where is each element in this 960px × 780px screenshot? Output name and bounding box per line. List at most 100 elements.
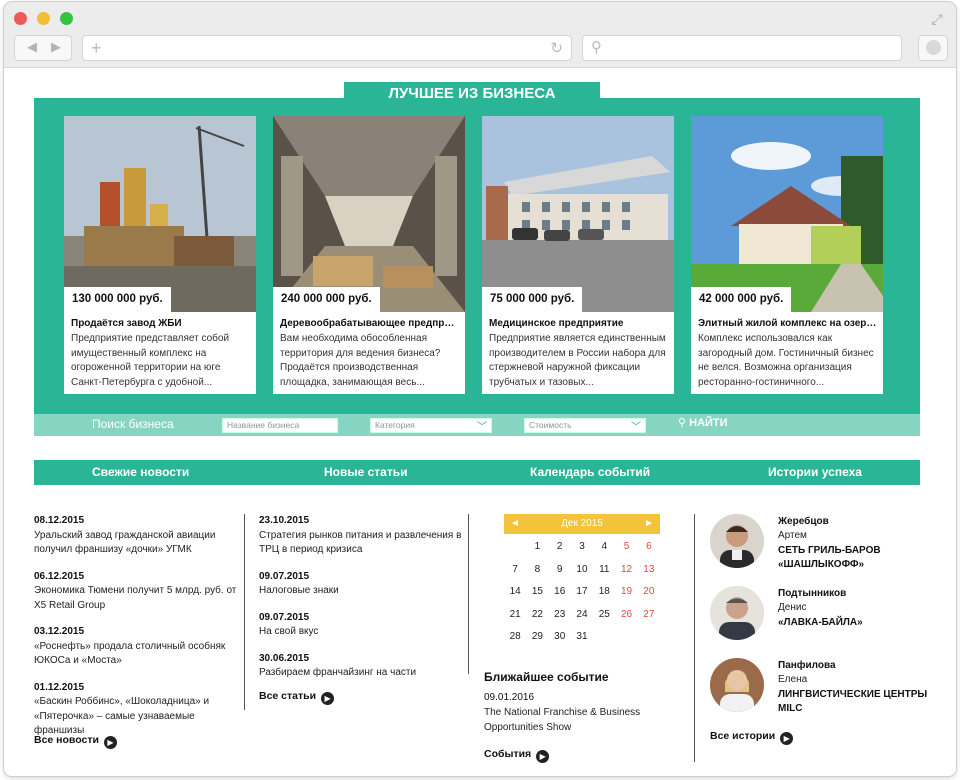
card-title[interactable]: Элитный жилой комплекс на озере Отра... xyxy=(698,318,878,329)
all-articles-link[interactable]: Все статьи ▶ xyxy=(259,690,335,705)
card-price: 75 000 000 руб. xyxy=(482,287,583,312)
calendar-empty-cell xyxy=(615,626,637,649)
all-news-link[interactable]: Все новости ▶ xyxy=(34,734,117,749)
news-item[interactable]: 01.12.2015 «Баскин Роббинс», «Шоколадниц… xyxy=(34,681,244,739)
page-content: 130 000 000 руб. Продаётся завод ЖБИ Пре… xyxy=(4,68,956,776)
news-text: «Роснефть» продала столичный особняк ЮКО… xyxy=(34,640,226,667)
article-text: Стратегия рынков питания и развлечения в… xyxy=(259,529,462,556)
reload-icon[interactable]: ↻ xyxy=(550,39,563,57)
calendar-day[interactable]: 21 xyxy=(504,604,526,627)
calendar-day[interactable]: 11 xyxy=(593,559,615,582)
nearest-event-name[interactable]: The National Franchise & Business Opport… xyxy=(484,706,664,735)
cost-select[interactable]: Стоимость ﹀ xyxy=(524,418,646,433)
calendar-day[interactable]: 27 xyxy=(638,604,660,627)
news-item[interactable]: 08.12.2015 Уральский завод гражданской а… xyxy=(34,514,244,558)
article-item[interactable]: 30.06.2015 Разбираем франчайзинг на част… xyxy=(259,652,464,681)
avatar xyxy=(710,658,764,712)
arrow-right-icon: ▶ xyxy=(780,732,794,745)
article-date: 09.07.2015 xyxy=(259,611,310,623)
calendar-day[interactable]: 1 xyxy=(526,536,548,559)
warehouse-photo xyxy=(273,116,465,312)
card-title[interactable]: Медицинское предприятие xyxy=(489,318,669,329)
tab-new-articles[interactable]: Новые статьи xyxy=(324,465,407,479)
close-window-button[interactable] xyxy=(14,12,27,25)
cost-value: Стоимость xyxy=(529,420,572,430)
calendar-day[interactable]: 19 xyxy=(615,581,637,604)
prev-month-button[interactable]: ◄ xyxy=(510,514,520,534)
calendar-day[interactable]: 29 xyxy=(526,626,548,649)
minimize-window-button[interactable] xyxy=(37,12,50,25)
calendar-day[interactable]: 18 xyxy=(593,581,615,604)
calendar-day[interactable]: 3 xyxy=(571,536,593,559)
calendar-day[interactable]: 26 xyxy=(615,604,637,627)
news-date: 08.12.2015 xyxy=(34,515,85,526)
news-date: 01.12.2015 xyxy=(34,681,85,693)
search-label: Поиск бизнеса xyxy=(92,417,174,431)
news-item[interactable]: 03.12.2015 «Роснефть» продала столичный … xyxy=(34,625,244,669)
new-tab-icon[interactable]: + xyxy=(91,38,102,59)
article-item[interactable]: 09.07.2015 На свой вкус xyxy=(259,611,464,640)
find-button-label: НАЙТИ xyxy=(689,417,728,429)
tab-success-stories[interactable]: Истории успеха xyxy=(768,465,862,479)
business-card[interactable]: 240 000 000 руб. Деревообрабатывающее пр… xyxy=(273,116,465,394)
business-name-placeholder: Название бизнеса xyxy=(227,420,300,430)
card-description: Предприятие является единственным произв… xyxy=(489,333,666,388)
success-story[interactable]: Подтынников Денис «ЛАВКА-БАЙЛА» xyxy=(710,586,930,642)
business-name-input[interactable]: Название бизнеса xyxy=(222,418,338,433)
extension-button[interactable] xyxy=(918,35,948,61)
calendar-day[interactable]: 24 xyxy=(571,604,593,627)
calendar-day[interactable]: 12 xyxy=(615,559,637,582)
address-bar[interactable]: + ↻ xyxy=(82,35,572,61)
browser-window: ⤢ ◀ ▶ + ↻ ⚲ 130 000 000 руб. Продаётся з… xyxy=(4,2,956,776)
events-link[interactable]: События ▶ xyxy=(484,748,550,763)
calendar-day[interactable]: 16 xyxy=(549,581,571,604)
story-name: Елена xyxy=(778,674,808,685)
calendar-day[interactable]: 5 xyxy=(615,536,637,559)
all-stories-link[interactable]: Все истории ▶ xyxy=(710,730,794,745)
fullscreen-icon[interactable]: ⤢ xyxy=(928,10,946,28)
news-text: Уральский завод гражданской авиации полу… xyxy=(34,529,216,556)
history-nav: ◀ ▶ xyxy=(14,35,72,61)
search-icon: ⚲ xyxy=(591,39,602,56)
back-arrow-icon[interactable]: ◀ xyxy=(27,39,37,55)
success-story[interactable]: Жеребцов Артем СЕТЬ ГРИЛЬ-БАРОВ «ШАШЛЫКО… xyxy=(710,514,930,570)
calendar-day[interactable]: 14 xyxy=(504,581,526,604)
business-card[interactable]: 42 000 000 руб. Элитный жилой комплекс н… xyxy=(691,116,883,394)
calendar-day[interactable]: 9 xyxy=(549,559,571,582)
calendar-day[interactable]: 28 xyxy=(504,626,526,649)
next-month-button[interactable]: ► xyxy=(644,514,654,534)
tab-events-calendar[interactable]: Календарь событий xyxy=(530,465,650,479)
calendar-day[interactable]: 10 xyxy=(571,559,593,582)
article-date: 30.06.2015 xyxy=(259,652,310,664)
category-select[interactable]: Категория ﹀ xyxy=(370,418,492,433)
tab-fresh-news[interactable]: Свежие новости xyxy=(92,465,189,479)
calendar-day[interactable]: 22 xyxy=(526,604,548,627)
business-card[interactable]: 75 000 000 руб. Медицинское предприятие … xyxy=(482,116,674,394)
zoom-window-button[interactable] xyxy=(60,12,73,25)
calendar-day[interactable]: 23 xyxy=(549,604,571,627)
news-item[interactable]: 06.12.2015 Экономика Тюмени получит 5 мл… xyxy=(34,570,244,614)
calendar-day[interactable]: 15 xyxy=(526,581,548,604)
calendar-day[interactable]: 2 xyxy=(549,536,571,559)
business-card[interactable]: 130 000 000 руб. Продаётся завод ЖБИ Пре… xyxy=(64,116,256,394)
article-item[interactable]: 09.07.2015 Налоговые знаки xyxy=(259,570,464,599)
calendar-day[interactable]: 17 xyxy=(571,581,593,604)
success-story[interactable]: Панфилова Елена ЛИНГВИСТИЧЕСКИЕ ЦЕНТРЫ M… xyxy=(710,658,930,714)
calendar-day[interactable]: 31 xyxy=(571,626,593,649)
article-item[interactable]: 23.10.2015 Стратегия рынков питания и ра… xyxy=(259,514,464,558)
calendar-day[interactable]: 8 xyxy=(526,559,548,582)
calendar-day[interactable]: 25 xyxy=(593,604,615,627)
find-button[interactable]: ⚲ НАЙТИ xyxy=(678,416,728,429)
calendar-day[interactable]: 7 xyxy=(504,559,526,582)
browser-search-field[interactable]: ⚲ xyxy=(582,35,902,61)
calendar-day[interactable]: 13 xyxy=(638,559,660,582)
card-title[interactable]: Продаётся завод ЖБИ xyxy=(71,318,251,329)
section-title: ЛУЧШЕЕ ИЗ БИЗНЕСА xyxy=(344,82,600,106)
all-news-label: Все новости xyxy=(34,734,99,746)
calendar-day[interactable]: 4 xyxy=(593,536,615,559)
forward-arrow-icon[interactable]: ▶ xyxy=(51,39,61,55)
calendar-day[interactable]: 30 xyxy=(549,626,571,649)
calendar-day[interactable]: 20 xyxy=(638,581,660,604)
card-title[interactable]: Деревообрабатывающее предприятие ... xyxy=(280,318,460,329)
calendar-day[interactable]: 6 xyxy=(638,536,660,559)
